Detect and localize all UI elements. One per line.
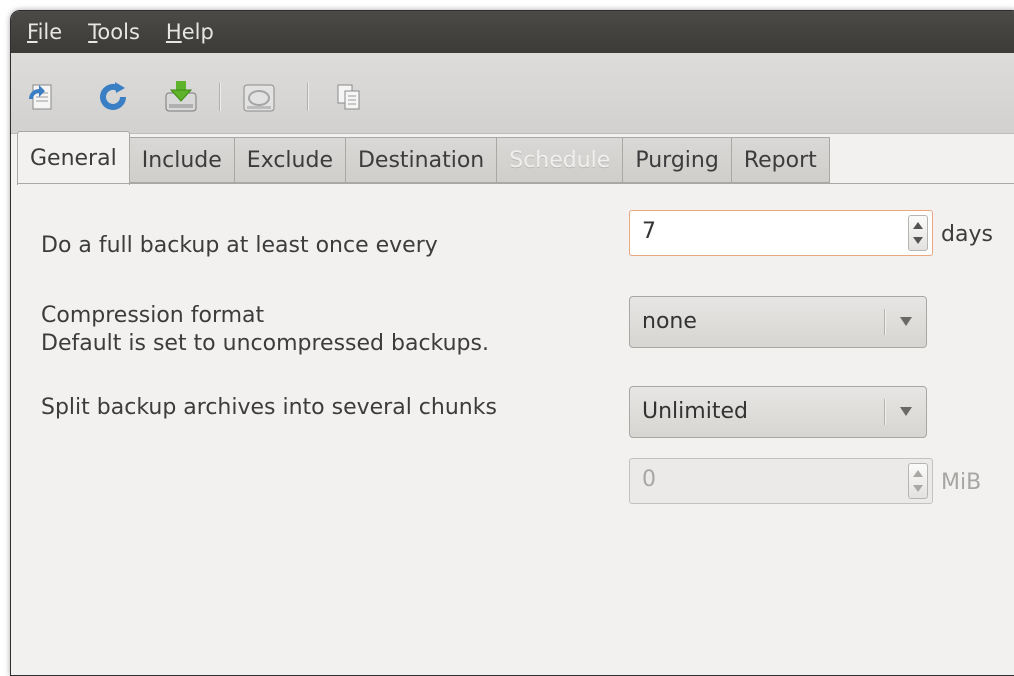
chevron-down-icon [900,317,912,326]
compression-description: Default is set to uncompressed backups. [41,331,489,356]
copy-button[interactable] [331,79,367,115]
spinner-arrows [908,463,928,499]
drive-button[interactable] [241,79,277,115]
tab-purging[interactable]: Purging [623,137,732,183]
compression-format-value: none [642,309,697,334]
chunk-size-spinner: 0 [629,458,933,504]
menu-tools-label: ools [97,20,140,44]
tab-general[interactable]: General [17,131,130,185]
split-archives-value: Unlimited [642,399,748,424]
menu-help-label: elp [181,20,214,44]
menu-file-label: ile [37,20,63,44]
combo-separator [884,309,886,335]
compression-label: Compression format [41,303,265,328]
general-panel: Do a full backup at least once every 7 d… [17,183,1014,664]
mib-unit-label: MiB [941,470,982,495]
refresh-button[interactable] [95,79,131,115]
copy-icon [337,84,360,110]
menu-file[interactable]: File [27,20,62,44]
combo-separator [884,399,886,425]
compression-format-combo[interactable]: none [629,296,927,348]
tab-bar: General Include Exclude Destination Sche… [17,131,830,185]
new-profile-icon [29,84,52,110]
spinner-up-icon [913,470,923,477]
tab-schedule: Schedule [497,137,624,183]
days-unit-label: days [941,222,993,247]
tab-report[interactable]: Report [731,137,830,183]
spinner-down-icon [913,485,923,492]
split-archives-label: Split backup archives into several chunk… [41,395,497,420]
tab-include[interactable]: Include [129,137,235,183]
tab-destination[interactable]: Destination [345,137,498,183]
menu-help[interactable]: Help [166,20,214,44]
backup-button[interactable] [163,79,199,115]
backup-download-icon [165,81,197,112]
refresh-icon [100,82,126,110]
spinner-down-icon [913,237,923,244]
spinner-up-icon [913,222,923,229]
full-backup-interval-spinner[interactable]: 7 [629,210,933,256]
chevron-down-icon [900,407,912,416]
menu-file-mnemonic: F [27,20,38,44]
full-backup-label: Do a full backup at least once every [41,233,438,258]
toolbar-separator [307,83,309,111]
menu-help-mnemonic: H [165,20,182,44]
menu-tools[interactable]: Tools [88,20,140,44]
menubar: File Tools Help [11,11,1014,53]
spinner-arrows[interactable] [908,215,928,251]
toolbar-separator [219,83,221,111]
tab-exclude[interactable]: Exclude [234,137,346,183]
new-profile-button[interactable] [23,79,59,115]
drive-icon [243,84,275,112]
split-archives-combo[interactable]: Unlimited [629,386,927,438]
toolbar [11,53,1014,134]
app-window: File Tools Help General Include Exclude … [10,10,1014,676]
chunk-size-value: 0 [642,467,656,492]
full-backup-interval-value: 7 [642,219,656,244]
